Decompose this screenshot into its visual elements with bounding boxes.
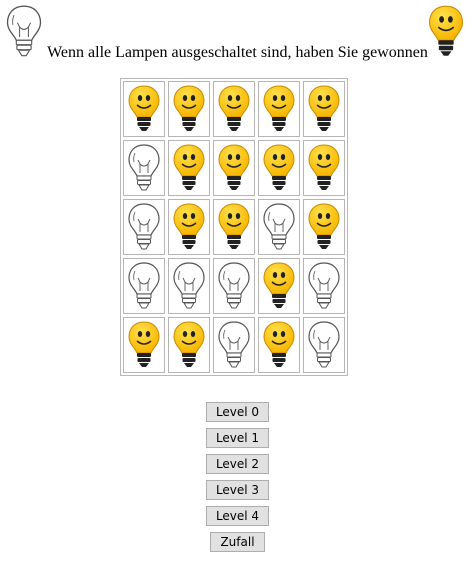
level-0-button[interactable]: Level 0 xyxy=(205,402,270,422)
bulb-off-icon xyxy=(216,261,252,311)
bulb-cell-r4-c3[interactable] xyxy=(258,317,300,373)
bulb-on-icon xyxy=(126,84,162,134)
bulb-off-icon xyxy=(126,143,162,193)
bulb-cell-r3-c4[interactable] xyxy=(303,258,345,314)
bulb-cell-r3-c0[interactable] xyxy=(123,258,165,314)
bulb-grid xyxy=(123,81,345,373)
level-4-button[interactable]: Level 4 xyxy=(205,506,270,526)
bulb-cell-r4-c2[interactable] xyxy=(213,317,255,373)
bulb-cell-r3-c3[interactable] xyxy=(258,258,300,314)
bulb-cell-r0-c4[interactable] xyxy=(303,81,345,137)
bulb-cell-r3-c2[interactable] xyxy=(213,258,255,314)
bulb-cell-r3-c1[interactable] xyxy=(168,258,210,314)
bulb-on-icon xyxy=(171,320,207,370)
bulb-cell-r2-c0[interactable] xyxy=(123,199,165,255)
game-board xyxy=(120,78,348,376)
bulb-on-icon xyxy=(261,320,297,370)
page-title: Wenn alle Lampen ausgeschaltet sind, hab… xyxy=(47,44,428,61)
level-2-button[interactable]: Level 2 xyxy=(205,454,270,474)
level-1-button[interactable]: Level 1 xyxy=(205,428,270,448)
bulb-on-icon xyxy=(216,84,252,134)
bulb-cell-r2-c4[interactable] xyxy=(303,199,345,255)
bulb-on-icon xyxy=(126,320,162,370)
level-button-group: Level 0 Level 1 Level 2 Level 3 Level 4 … xyxy=(0,402,475,558)
bulb-on-icon xyxy=(306,84,342,134)
bulb-on-icon xyxy=(261,143,297,193)
bulb-off-icon xyxy=(306,320,342,370)
bulb-cell-r2-c2[interactable] xyxy=(213,199,255,255)
bulb-cell-r1-c4[interactable] xyxy=(303,140,345,196)
bulb-on-icon xyxy=(171,202,207,252)
bulb-cell-r4-c1[interactable] xyxy=(168,317,210,373)
bulb-on-icon xyxy=(171,84,207,134)
bulb-cell-r2-c1[interactable] xyxy=(168,199,210,255)
bulb-off-icon xyxy=(126,261,162,311)
bulb-off-icon xyxy=(216,320,252,370)
bulb-cell-r1-c1[interactable] xyxy=(168,140,210,196)
bulb-on-icon xyxy=(426,4,466,59)
bulb-on-icon xyxy=(171,143,207,193)
header: Wenn alle Lampen ausgeschaltet sind, hab… xyxy=(0,0,475,64)
bulb-cell-r0-c0[interactable] xyxy=(123,81,165,137)
bulb-cell-r0-c3[interactable] xyxy=(258,81,300,137)
bulb-off-icon xyxy=(171,261,207,311)
bulb-on-icon xyxy=(216,202,252,252)
bulb-cell-r0-c1[interactable] xyxy=(168,81,210,137)
bulb-on-icon xyxy=(261,261,297,311)
bulb-cell-r2-c3[interactable] xyxy=(258,199,300,255)
bulb-cell-r4-c4[interactable] xyxy=(303,317,345,373)
bulb-cell-r1-c3[interactable] xyxy=(258,140,300,196)
random-button[interactable]: Zufall xyxy=(210,532,265,552)
level-3-button[interactable]: Level 3 xyxy=(205,480,270,500)
bulb-cell-r1-c2[interactable] xyxy=(213,140,255,196)
bulb-on-icon xyxy=(306,143,342,193)
bulb-on-icon xyxy=(306,202,342,252)
bulb-off-icon xyxy=(306,261,342,311)
bulb-on-icon xyxy=(261,84,297,134)
bulb-on-icon xyxy=(216,143,252,193)
bulb-off-icon xyxy=(261,202,297,252)
bulb-off-icon xyxy=(126,202,162,252)
bulb-cell-r4-c0[interactable] xyxy=(123,317,165,373)
bulb-cell-r1-c0[interactable] xyxy=(123,140,165,196)
bulb-cell-r0-c2[interactable] xyxy=(213,81,255,137)
